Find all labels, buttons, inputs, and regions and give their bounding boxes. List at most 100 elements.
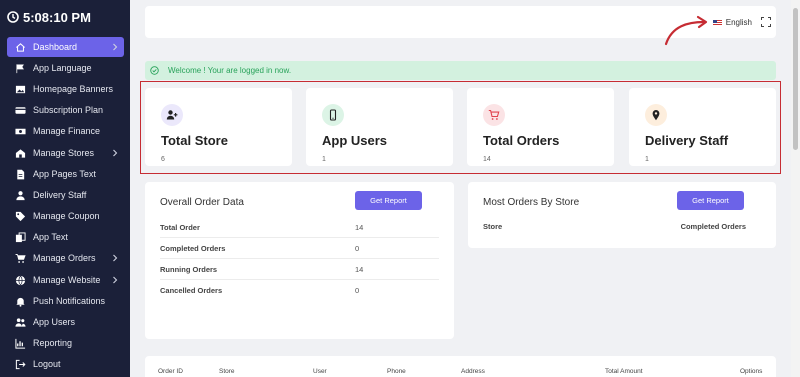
most-orders-title: Most Orders By Store	[483, 197, 580, 208]
sidebar-item-app-pages-text[interactable]: App Pages Text	[7, 164, 124, 184]
most-orders-header: Store Completed Orders	[483, 222, 746, 232]
clock-time: 5:08:10 PM	[23, 9, 91, 25]
sidebar-item-manage-stores[interactable]: Manage Stores	[7, 143, 124, 163]
card-icon	[15, 106, 26, 114]
bell-icon	[16, 297, 25, 307]
card-delivery-staff: Delivery Staff 1	[629, 88, 776, 166]
cart-icon	[488, 109, 500, 120]
store-icon	[15, 148, 26, 158]
check-circle-icon	[150, 66, 159, 75]
sidebar-item-manage-finance[interactable]: Manage Finance	[7, 121, 124, 141]
sidebar-item-reporting[interactable]: Reporting	[7, 333, 124, 353]
money-icon	[15, 128, 26, 134]
sidebar-item-push-notifications[interactable]: Push Notifications	[7, 291, 124, 311]
row-value: 14	[355, 264, 364, 274]
sidebar-item-label: App Text	[33, 232, 68, 242]
card-title: Delivery Staff	[645, 133, 729, 148]
globe-icon	[15, 275, 26, 285]
sidebar-item-manage-orders[interactable]: Manage Orders	[7, 248, 124, 268]
column-header: Total Amount	[605, 368, 643, 375]
document-icon	[17, 169, 25, 179]
scrollbar-thumb[interactable]	[793, 8, 798, 150]
flag-icon	[16, 63, 24, 73]
sidebar-item-label: Dashboard	[33, 42, 78, 52]
card-icon-circle	[161, 104, 183, 126]
sidebar-item-label: App Pages Text	[33, 169, 96, 179]
chevron-right-icon	[113, 149, 118, 157]
most-orders-panel: Most Orders By Store Get Report Store Co…	[468, 182, 776, 248]
sidebar-item-label: Subscription Plan	[33, 105, 104, 115]
language-selector[interactable]: English	[712, 18, 752, 27]
home-icon	[16, 42, 25, 52]
column-header: Options	[740, 368, 763, 375]
sidebar-item-homepage-banners[interactable]: Homepage Banners	[7, 79, 124, 99]
fullscreen-icon[interactable]	[761, 17, 771, 27]
tag-icon	[15, 211, 26, 221]
card-value: 1	[322, 156, 326, 163]
card-title: Total Orders	[483, 133, 560, 148]
cart-icon	[15, 253, 26, 263]
sidebar-item-label: Homepage Banners	[33, 84, 114, 94]
row-label: Completed Orders	[160, 243, 226, 253]
sidebar-item-app-users[interactable]: App Users	[7, 312, 124, 332]
table-row: Total Order 14	[160, 217, 439, 238]
sidebar-item-label: Manage Website	[33, 275, 101, 285]
chevron-right-icon	[113, 43, 118, 51]
sidebar-item-label: Push Notifications	[33, 296, 106, 306]
sidebar-item-delivery-staff[interactable]: Delivery Staff	[7, 185, 124, 205]
column-header: User	[313, 368, 327, 375]
sidebar-item-manage-coupon[interactable]: Manage Coupon	[7, 206, 124, 226]
annotation-arrow-icon	[664, 15, 708, 46]
column-header-store: Store	[483, 222, 503, 231]
sidebar-item-app-language[interactable]: App Language	[7, 58, 124, 78]
row-label: Cancelled Orders	[160, 286, 223, 295]
chevron-right-icon	[113, 254, 118, 262]
table-row: Completed Orders 0	[160, 238, 439, 259]
user-icon	[16, 190, 25, 200]
column-header: Address	[461, 368, 485, 375]
card-icon-circle	[483, 104, 505, 126]
sidebar-item-label: Manage Orders	[33, 253, 96, 263]
card-title: App Users	[322, 133, 388, 148]
users-icon	[15, 317, 26, 327]
add-user-icon	[166, 110, 178, 120]
card-value: 1	[645, 156, 649, 163]
get-report-button[interactable]: Get Report	[355, 191, 422, 210]
card-title: Total Store	[161, 133, 228, 148]
card-app-users: App Users 1	[306, 88, 453, 166]
sidebar-item-dashboard[interactable]: Dashboard	[7, 37, 124, 57]
sidebar-item-subscription-plan[interactable]: Subscription Plan	[7, 100, 124, 120]
sidebar-item-label: Delivery Staff	[33, 190, 87, 200]
column-header-completed: Completed Orders	[680, 222, 746, 231]
column-header: Order ID	[158, 368, 183, 375]
card-value: 14	[483, 156, 491, 163]
overall-order-panel: Overall Order Data Get Report Total Orde…	[145, 182, 454, 339]
us-flag-icon	[712, 19, 722, 26]
page-scrollbar[interactable]	[791, 0, 800, 377]
welcome-alert: Welcome ! Your are logged in now.	[145, 61, 776, 80]
column-header: Store	[219, 368, 235, 375]
alert-message: Welcome ! Your are logged in now.	[168, 66, 292, 75]
overall-order-title: Overall Order Data	[160, 197, 244, 208]
sidebar-item-manage-website[interactable]: Manage Website	[7, 270, 124, 290]
clock: 5:08:10 PM	[7, 9, 91, 25]
card-total-orders: Total Orders 14	[467, 88, 614, 166]
sidebar-item-label: Manage Finance	[33, 126, 101, 136]
language-label: English	[725, 18, 752, 27]
orders-table: Order ID Store User Phone Address Total …	[145, 356, 776, 377]
row-label: Total Order	[160, 222, 200, 232]
logout-icon	[15, 359, 26, 369]
row-label: Running Orders	[160, 264, 218, 274]
card-icon-circle	[645, 104, 667, 126]
map-pin-icon	[652, 110, 660, 121]
sidebar-item-logout[interactable]: Logout	[7, 354, 124, 374]
sidebar-item-app-text[interactable]: App Text	[7, 227, 124, 247]
clock-icon	[7, 11, 19, 23]
sidebar: 5:08:10 PM Dashboard App Language Homepage…	[0, 0, 130, 377]
get-report-button[interactable]: Get Report	[677, 191, 744, 210]
sidebar-item-label: Logout	[33, 359, 61, 369]
sidebar-item-label: Manage Stores	[33, 148, 95, 158]
row-value: 14	[355, 222, 364, 232]
mobile-icon	[329, 109, 337, 121]
card-value: 6	[161, 156, 165, 163]
